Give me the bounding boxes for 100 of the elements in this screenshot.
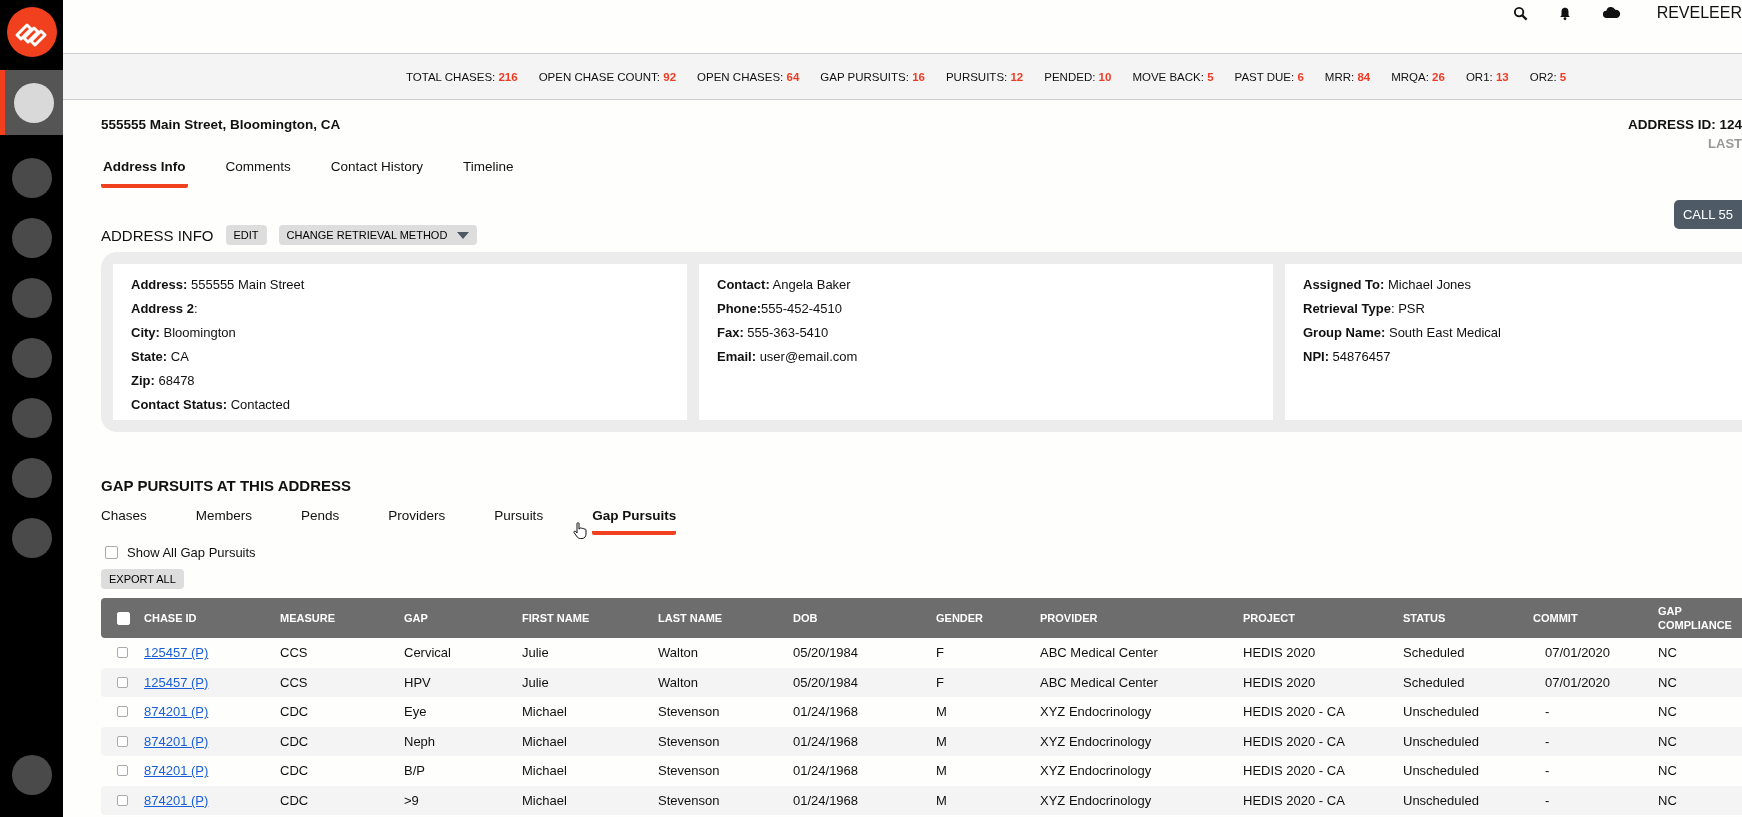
tab[interactable]: Contact History bbox=[328, 157, 426, 188]
stat-counter: OR2: 5 bbox=[1529, 70, 1567, 83]
caret-icon bbox=[457, 231, 470, 239]
column-header[interactable]: GENDER bbox=[936, 610, 1040, 626]
table-cell-text: ABC Medical Center bbox=[1040, 674, 1159, 690]
checkbox-label: Show All Gap Pursuits bbox=[127, 545, 256, 560]
chase-id-link[interactable]: 874201 (P) bbox=[144, 792, 280, 808]
address-subtitle: LAST bbox=[1708, 136, 1742, 151]
column-header[interactable]: STATUS bbox=[1403, 610, 1533, 626]
column-header[interactable]: MEASURE bbox=[280, 610, 404, 626]
tab[interactable]: Timeline bbox=[461, 157, 516, 188]
table-cell-text: Scheduled bbox=[1403, 645, 1466, 661]
table-cell-text: Julie bbox=[522, 645, 550, 661]
table-cell-text: Michael bbox=[522, 704, 568, 720]
table-cell-text: CDC bbox=[280, 733, 310, 749]
table-cell-text: NC bbox=[1658, 763, 1678, 779]
stat-counter: OR1: 13 bbox=[1465, 70, 1509, 83]
column-header[interactable]: GAP bbox=[404, 610, 522, 626]
tab[interactable]: Members bbox=[195, 506, 253, 535]
tab[interactable]: Comments bbox=[223, 157, 293, 188]
table-cell-text: XYZ Endocrinology bbox=[1040, 733, 1153, 749]
info-field: State: CA bbox=[131, 349, 669, 364]
table-cell-text: NC bbox=[1658, 645, 1678, 661]
table-cell-text: HPV bbox=[404, 674, 432, 690]
chase-id-link[interactable]: 125457 (P) bbox=[144, 645, 280, 661]
table-cell-text: F bbox=[936, 645, 945, 661]
column-header[interactable]: PROJECT bbox=[1243, 610, 1403, 626]
nav-item[interactable] bbox=[0, 70, 63, 135]
table-cell-text: CDC bbox=[280, 792, 310, 808]
row-checkbox[interactable] bbox=[117, 794, 128, 806]
table-cell-text: 05/20/1984 bbox=[793, 645, 860, 661]
table-cell-text: CCS bbox=[280, 645, 309, 661]
table-cell-text: Julie bbox=[522, 674, 550, 690]
column-header[interactable]: LAST NAME bbox=[658, 610, 793, 626]
column-header[interactable]: GAP COMPLIANCE bbox=[1658, 603, 1742, 633]
table-cell-text: Walton bbox=[658, 645, 699, 661]
tab[interactable]: Pursuits bbox=[494, 506, 544, 535]
tab[interactable]: Providers bbox=[388, 506, 446, 535]
column-header[interactable]: COMMIT bbox=[1533, 610, 1658, 626]
edit-button[interactable]: EDIT bbox=[225, 225, 267, 245]
chase-id-link[interactable]: 125457 (P) bbox=[144, 674, 280, 690]
table-cell-text: NC bbox=[1658, 704, 1678, 720]
row-checkbox[interactable] bbox=[117, 676, 128, 688]
chase-id-link[interactable]: 874201 (P) bbox=[144, 733, 280, 749]
row-checkbox[interactable] bbox=[117, 765, 128, 777]
select-all-checkbox[interactable] bbox=[117, 611, 130, 625]
table-cell-text: Stevenson bbox=[658, 733, 721, 749]
column-header[interactable]: PROVIDER bbox=[1040, 610, 1243, 626]
brand-name: REVELEER bbox=[1656, 4, 1742, 22]
stat-counter: OPEN CHASE COUNT: 92 bbox=[538, 70, 677, 83]
column-header[interactable]: CHASE ID bbox=[144, 610, 280, 626]
logo-icon[interactable] bbox=[6, 7, 57, 57]
stat-counter: PENDED: 10 bbox=[1044, 70, 1112, 83]
table-cell-text: XYZ Endocrinology bbox=[1040, 792, 1153, 808]
info-field: Retrieval Type: PSR bbox=[1303, 301, 1742, 316]
tab[interactable]: Address Info bbox=[101, 157, 188, 188]
table-cell-text: 01/24/1968 bbox=[793, 792, 860, 808]
table-cell-text: Scheduled bbox=[1403, 674, 1466, 690]
column-header[interactable]: DOB bbox=[793, 610, 936, 626]
cloud-icon[interactable] bbox=[1601, 6, 1621, 19]
table-cell-text: Michael bbox=[522, 733, 568, 749]
table-cell-text: Stevenson bbox=[658, 792, 721, 808]
chase-id-link[interactable]: 874201 (P) bbox=[144, 763, 280, 779]
stat-counter: OPEN CHASES: 64 bbox=[697, 70, 800, 83]
tab[interactable]: Gap Pursuits bbox=[592, 506, 677, 535]
column-header[interactable]: FIRST NAME bbox=[522, 610, 658, 626]
export-button[interactable]: EXPORT ALL bbox=[101, 569, 184, 589]
table-cell-text: M bbox=[936, 792, 948, 808]
info-field: Address 2: bbox=[131, 301, 669, 316]
info-field: NPI: 54876457 bbox=[1303, 349, 1742, 364]
info-field: Zip: 68478 bbox=[131, 373, 669, 388]
table-cell-text: NC bbox=[1658, 674, 1678, 690]
stat-counter: PAST DUE: 6 bbox=[1234, 70, 1304, 83]
info-field: City: Bloomington bbox=[131, 325, 669, 340]
checkbox[interactable] bbox=[105, 546, 118, 559]
row-checkbox[interactable] bbox=[117, 735, 128, 747]
row-checkbox[interactable] bbox=[117, 647, 128, 659]
table-cell-text: HEDIS 2020 - CA bbox=[1243, 704, 1346, 720]
table-cell-text: HEDIS 2020 - CA bbox=[1243, 763, 1346, 779]
table-cell-text: 05/20/1984 bbox=[793, 674, 860, 690]
table-cell-text: XYZ Endocrinology bbox=[1040, 704, 1153, 720]
table-cell-text: Unscheduled bbox=[1403, 792, 1480, 808]
info-field: Address: 555555 Main Street bbox=[131, 277, 669, 292]
table-cell-text: 01/24/1968 bbox=[793, 763, 860, 779]
stat-counter: MRQA: 26 bbox=[1391, 70, 1445, 83]
hand-cursor-icon bbox=[573, 522, 587, 540]
chase-id-link[interactable]: 874201 (P) bbox=[144, 704, 280, 720]
address-title: 555555 Main Street, Bloomington, CA bbox=[101, 117, 341, 134]
tab[interactable]: Pends bbox=[301, 506, 340, 535]
call-button[interactable]: CALL 55 bbox=[1673, 200, 1742, 229]
table-cell-text: Stevenson bbox=[658, 704, 721, 720]
retrieval-method-dropdown[interactable]: CHANGE RETRIEVAL METHOD bbox=[278, 225, 478, 245]
table-cell-text: HEDIS 2020 - CA bbox=[1243, 733, 1346, 749]
table-cell-text: 01/24/1968 bbox=[793, 733, 860, 749]
row-checkbox[interactable] bbox=[117, 706, 128, 718]
table-cell-text: Cervical bbox=[404, 645, 452, 661]
table-cell-text: - bbox=[1544, 792, 1551, 808]
tab[interactable]: Chases bbox=[101, 506, 147, 535]
search-icon[interactable] bbox=[1512, 6, 1528, 21]
table-cell-text: HEDIS 2020 - CA bbox=[1243, 792, 1346, 808]
